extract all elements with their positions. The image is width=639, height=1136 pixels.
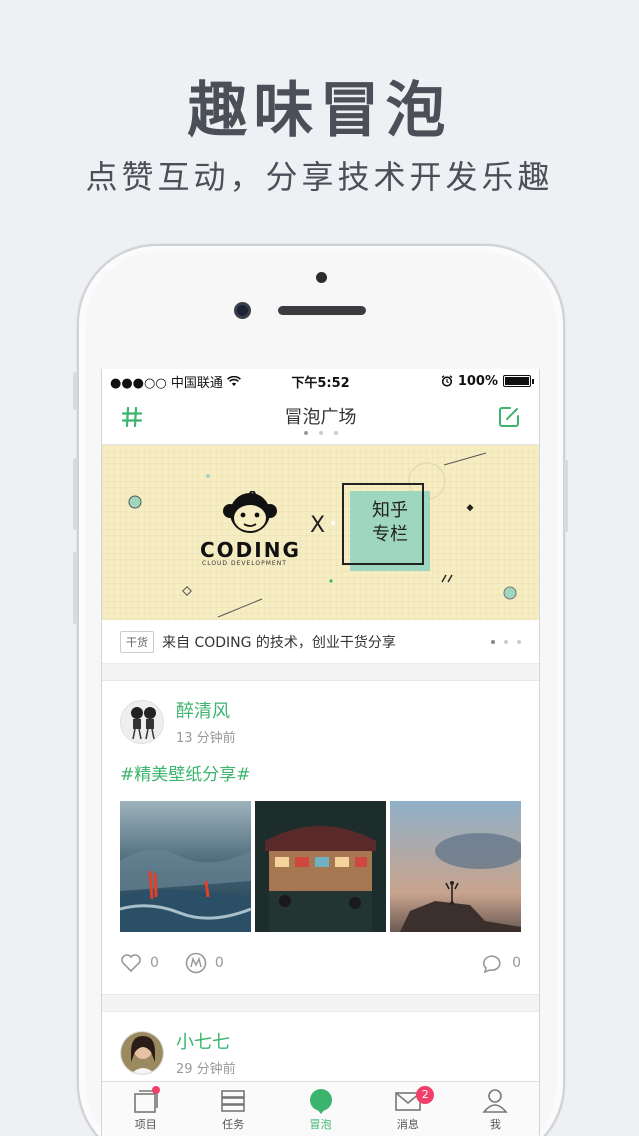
tab-label: 消息: [396, 1118, 419, 1131]
post-image-cliff[interactable]: [390, 801, 521, 932]
message-badge: 2: [416, 1086, 435, 1104]
reward-coin-icon: [185, 952, 207, 974]
tab-me[interactable]: 我: [452, 1082, 539, 1136]
banner-cross: X: [310, 513, 326, 538]
app-screen: ●●●○○ 中国联通 下午5:52 100% 冒泡广场 CODING CLOUD…: [101, 369, 540, 1136]
page-dot: [333, 431, 338, 435]
promo-title: 趣味冒泡: [187, 76, 452, 146]
notice-dot: [517, 639, 521, 644]
phone-side-button: [73, 372, 77, 410]
notice-tag: 干货: [120, 630, 154, 653]
comment-button[interactable]: 0: [482, 953, 521, 973]
sensor-dot: [316, 272, 327, 283]
phone-volume-down: [73, 552, 77, 624]
zhihu-label: 知乎 专栏: [350, 499, 430, 547]
tab-bubble[interactable]: 冒泡: [277, 1082, 364, 1136]
bubble-icon: [309, 1089, 332, 1114]
status-bar: ●●●○○ 中国联通 下午5:52 100%: [102, 369, 539, 393]
notice-dot: [504, 639, 508, 644]
alarm-icon: [441, 375, 453, 387]
post-image-lava[interactable]: [120, 801, 251, 932]
project-badge-dot: [152, 1086, 160, 1094]
post-time: 29 分钟前: [176, 1062, 236, 1077]
notice-indicator: [491, 639, 521, 644]
tab-task[interactable]: 任务: [189, 1082, 276, 1136]
battery-icon: [503, 375, 534, 387]
coding-monkey-logo: [223, 491, 277, 533]
tab-bar: 项目 任务 冒泡 2 消息 我: [102, 1081, 539, 1136]
profile-icon: [482, 1089, 508, 1113]
carrier-label: ●●●○○ 中国联通: [110, 375, 223, 391]
notice-bar[interactable]: 干货 来自 CODING 的技术，创业干货分享: [102, 620, 539, 664]
zhihu-line-1: 知乎: [372, 500, 408, 521]
tab-project[interactable]: 项目: [102, 1082, 189, 1136]
earpiece-speaker: [278, 306, 366, 315]
notice-dot-active: [491, 639, 495, 644]
promo-subtitle: 点赞互动，分享技术开发乐趣: [85, 158, 554, 196]
author-name[interactable]: 小七七: [176, 1028, 236, 1054]
promo-banner[interactable]: CODING CLOUD DEVELOPMENT X 知乎 专栏: [102, 445, 539, 620]
reward-button[interactable]: 0: [185, 952, 224, 974]
coding-brand-subtitle: CLOUD DEVELOPMENT: [202, 560, 287, 567]
nav-bar: 冒泡广场: [102, 393, 539, 445]
post-time: 13 分钟前: [176, 731, 236, 746]
like-button[interactable]: 0: [120, 953, 159, 973]
post-actions: 0 0 0: [120, 932, 521, 994]
reward-count: 0: [214, 955, 224, 971]
battery-percent: 100%: [457, 373, 498, 389]
page-dot-active: [303, 431, 308, 435]
post-image-market[interactable]: [255, 801, 386, 932]
post-card[interactable]: 醉清风 13 分钟前 #精美壁纸分享# 0 0 0: [102, 680, 539, 995]
tab-message[interactable]: 2 消息: [364, 1082, 451, 1136]
phone-power-button: [564, 460, 568, 532]
tab-label: 冒泡: [309, 1118, 332, 1131]
tab-label: 我: [489, 1118, 501, 1131]
comment-icon: [483, 955, 501, 973]
like-count: 0: [150, 955, 159, 971]
tab-label: 项目: [134, 1118, 157, 1131]
avatar[interactable]: [120, 1030, 164, 1075]
author-name[interactable]: 醉清风: [176, 697, 236, 723]
avatar[interactable]: [120, 699, 164, 744]
notice-text: 来自 CODING 的技术，创业干货分享: [162, 634, 396, 651]
coding-brand-text: CODING: [200, 538, 301, 562]
compose-icon[interactable]: [497, 405, 521, 433]
phone-volume-up: [73, 458, 77, 530]
front-camera: [234, 302, 251, 319]
page-indicator: [102, 431, 539, 435]
topic-tag[interactable]: #精美壁纸分享#: [120, 760, 521, 785]
page-title: 冒泡广场: [284, 407, 357, 428]
task-icon: [221, 1090, 245, 1112]
zhihu-line-2: 专栏: [372, 524, 408, 545]
tab-label: 任务: [222, 1118, 245, 1131]
comment-count: 0: [512, 955, 521, 971]
heart-icon: [121, 954, 141, 973]
page-dot: [318, 431, 323, 435]
wifi-icon: [226, 375, 241, 386]
image-grid: [120, 801, 521, 932]
